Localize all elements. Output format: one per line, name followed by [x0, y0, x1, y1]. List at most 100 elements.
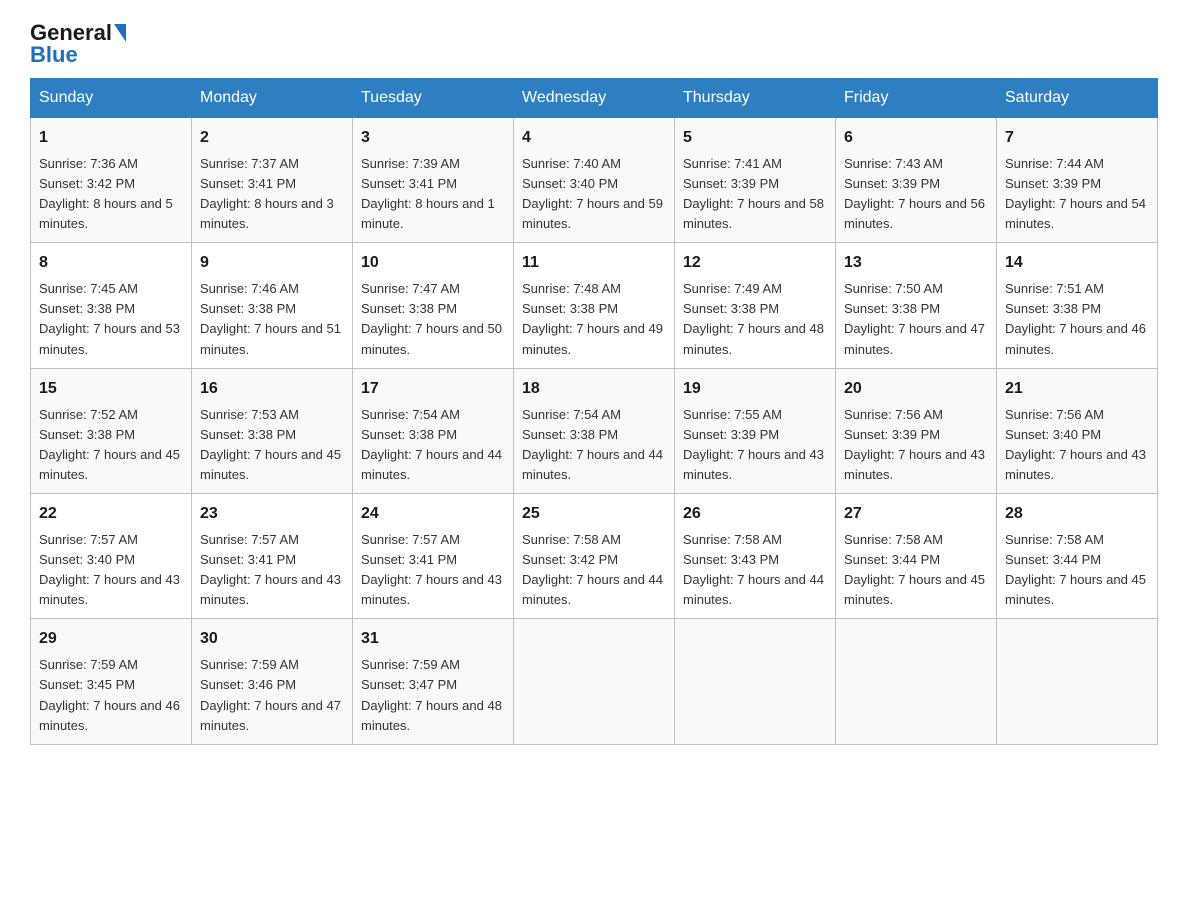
- day-info: Sunrise: 7:58 AMSunset: 3:44 PMDaylight:…: [844, 532, 985, 607]
- day-info: Sunrise: 7:47 AMSunset: 3:38 PMDaylight:…: [361, 281, 502, 356]
- day-info: Sunrise: 7:51 AMSunset: 3:38 PMDaylight:…: [1005, 281, 1146, 356]
- calendar-header: SundayMondayTuesdayWednesdayThursdayFrid…: [31, 79, 1158, 118]
- day-cell: 10 Sunrise: 7:47 AMSunset: 3:38 PMDayligh…: [353, 243, 514, 368]
- day-number: 1: [39, 126, 183, 151]
- day-cell: 11 Sunrise: 7:48 AMSunset: 3:38 PMDayligh…: [514, 243, 675, 368]
- day-cell: 1 Sunrise: 7:36 AMSunset: 3:42 PMDaylight…: [31, 118, 192, 243]
- day-number: 28: [1005, 502, 1149, 527]
- weekday-header-sunday: Sunday: [31, 79, 192, 118]
- day-info: Sunrise: 7:56 AMSunset: 3:39 PMDaylight:…: [844, 407, 985, 482]
- day-number: 19: [683, 377, 827, 402]
- day-cell: 31 Sunrise: 7:59 AMSunset: 3:47 PMDayligh…: [353, 619, 514, 744]
- day-cell: 13Sunrise: 7:50 AMSunset: 3:38 PMDayligh…: [836, 243, 997, 368]
- week-row-3: 15Sunrise: 7:52 AMSunset: 3:38 PMDayligh…: [31, 368, 1158, 493]
- day-cell: 29 Sunrise: 7:59 AMSunset: 3:45 PMDayligh…: [31, 619, 192, 744]
- day-cell: 24 Sunrise: 7:57 AMSunset: 3:41 PMDayligh…: [353, 494, 514, 619]
- day-number: 21: [1005, 377, 1149, 402]
- day-cell: 14 Sunrise: 7:51 AMSunset: 3:38 PMDayligh…: [997, 243, 1158, 368]
- day-number: 3: [361, 126, 505, 151]
- day-number: 31: [361, 627, 505, 652]
- day-number: 4: [522, 126, 666, 151]
- day-cell: [514, 619, 675, 744]
- day-cell: 12 Sunrise: 7:49 AMSunset: 3:38 PMDayligh…: [675, 243, 836, 368]
- day-number: 16: [200, 377, 344, 402]
- day-info: Sunrise: 7:43 AMSunset: 3:39 PMDaylight:…: [844, 156, 985, 231]
- logo-blue-text: Blue: [30, 42, 78, 68]
- day-cell: [675, 619, 836, 744]
- day-number: 14: [1005, 251, 1149, 276]
- day-info: Sunrise: 7:59 AMSunset: 3:47 PMDaylight:…: [361, 657, 502, 732]
- day-cell: [836, 619, 997, 744]
- day-info: Sunrise: 7:55 AMSunset: 3:39 PMDaylight:…: [683, 407, 824, 482]
- weekday-header-tuesday: Tuesday: [353, 79, 514, 118]
- day-number: 15: [39, 377, 183, 402]
- day-info: Sunrise: 7:58 AMSunset: 3:42 PMDaylight:…: [522, 532, 663, 607]
- day-info: Sunrise: 7:37 AMSunset: 3:41 PMDaylight:…: [200, 156, 334, 231]
- day-info: Sunrise: 7:53 AMSunset: 3:38 PMDaylight:…: [200, 407, 341, 482]
- day-cell: 2 Sunrise: 7:37 AMSunset: 3:41 PMDaylight…: [192, 118, 353, 243]
- day-cell: 16 Sunrise: 7:53 AMSunset: 3:38 PMDayligh…: [192, 368, 353, 493]
- day-info: Sunrise: 7:48 AMSunset: 3:38 PMDaylight:…: [522, 281, 663, 356]
- week-row-2: 8 Sunrise: 7:45 AMSunset: 3:38 PMDaylight…: [31, 243, 1158, 368]
- day-number: 18: [522, 377, 666, 402]
- weekday-header-wednesday: Wednesday: [514, 79, 675, 118]
- day-number: 7: [1005, 126, 1149, 151]
- day-number: 29: [39, 627, 183, 652]
- day-cell: 15Sunrise: 7:52 AMSunset: 3:38 PMDayligh…: [31, 368, 192, 493]
- day-info: Sunrise: 7:46 AMSunset: 3:38 PMDaylight:…: [200, 281, 341, 356]
- day-info: Sunrise: 7:49 AMSunset: 3:38 PMDaylight:…: [683, 281, 824, 356]
- day-number: 8: [39, 251, 183, 276]
- day-cell: 27Sunrise: 7:58 AMSunset: 3:44 PMDayligh…: [836, 494, 997, 619]
- day-info: Sunrise: 7:58 AMSunset: 3:44 PMDaylight:…: [1005, 532, 1146, 607]
- day-cell: 20 Sunrise: 7:56 AMSunset: 3:39 PMDayligh…: [836, 368, 997, 493]
- day-cell: 9 Sunrise: 7:46 AMSunset: 3:38 PMDaylight…: [192, 243, 353, 368]
- day-number: 24: [361, 502, 505, 527]
- day-number: 5: [683, 126, 827, 151]
- day-info: Sunrise: 7:57 AMSunset: 3:41 PMDaylight:…: [200, 532, 341, 607]
- day-info: Sunrise: 7:56 AMSunset: 3:40 PMDaylight:…: [1005, 407, 1146, 482]
- day-number: 12: [683, 251, 827, 276]
- day-number: 30: [200, 627, 344, 652]
- day-info: Sunrise: 7:41 AMSunset: 3:39 PMDaylight:…: [683, 156, 824, 231]
- day-number: 2: [200, 126, 344, 151]
- day-info: Sunrise: 7:45 AMSunset: 3:38 PMDaylight:…: [39, 281, 180, 356]
- day-info: Sunrise: 7:36 AMSunset: 3:42 PMDaylight:…: [39, 156, 173, 231]
- day-number: 20: [844, 377, 988, 402]
- day-info: Sunrise: 7:59 AMSunset: 3:46 PMDaylight:…: [200, 657, 341, 732]
- day-info: Sunrise: 7:44 AMSunset: 3:39 PMDaylight:…: [1005, 156, 1146, 231]
- day-cell: 21 Sunrise: 7:56 AMSunset: 3:40 PMDayligh…: [997, 368, 1158, 493]
- calendar-body: 1 Sunrise: 7:36 AMSunset: 3:42 PMDaylight…: [31, 118, 1158, 745]
- day-info: Sunrise: 7:40 AMSunset: 3:40 PMDaylight:…: [522, 156, 663, 231]
- day-cell: 19 Sunrise: 7:55 AMSunset: 3:39 PMDayligh…: [675, 368, 836, 493]
- week-row-4: 22Sunrise: 7:57 AMSunset: 3:40 PMDayligh…: [31, 494, 1158, 619]
- week-row-5: 29 Sunrise: 7:59 AMSunset: 3:45 PMDayligh…: [31, 619, 1158, 744]
- day-number: 6: [844, 126, 988, 151]
- weekday-header-friday: Friday: [836, 79, 997, 118]
- day-cell: 18 Sunrise: 7:54 AMSunset: 3:38 PMDayligh…: [514, 368, 675, 493]
- day-info: Sunrise: 7:57 AMSunset: 3:41 PMDaylight:…: [361, 532, 502, 607]
- day-number: 26: [683, 502, 827, 527]
- day-number: 23: [200, 502, 344, 527]
- day-cell: 30 Sunrise: 7:59 AMSunset: 3:46 PMDayligh…: [192, 619, 353, 744]
- day-cell: 4 Sunrise: 7:40 AMSunset: 3:40 PMDaylight…: [514, 118, 675, 243]
- day-cell: 25 Sunrise: 7:58 AMSunset: 3:42 PMDayligh…: [514, 494, 675, 619]
- week-row-1: 1 Sunrise: 7:36 AMSunset: 3:42 PMDaylight…: [31, 118, 1158, 243]
- day-info: Sunrise: 7:59 AMSunset: 3:45 PMDaylight:…: [39, 657, 180, 732]
- day-cell: 22Sunrise: 7:57 AMSunset: 3:40 PMDayligh…: [31, 494, 192, 619]
- logo: General Blue: [30, 20, 126, 68]
- day-info: Sunrise: 7:39 AMSunset: 3:41 PMDaylight:…: [361, 156, 495, 231]
- day-cell: 17Sunrise: 7:54 AMSunset: 3:38 PMDayligh…: [353, 368, 514, 493]
- day-number: 13: [844, 251, 988, 276]
- day-number: 17: [361, 377, 505, 402]
- day-number: 10: [361, 251, 505, 276]
- day-number: 25: [522, 502, 666, 527]
- day-number: 11: [522, 251, 666, 276]
- header-row: SundayMondayTuesdayWednesdayThursdayFrid…: [31, 79, 1158, 118]
- day-cell: 28 Sunrise: 7:58 AMSunset: 3:44 PMDayligh…: [997, 494, 1158, 619]
- day-info: Sunrise: 7:54 AMSunset: 3:38 PMDaylight:…: [522, 407, 663, 482]
- day-number: 9: [200, 251, 344, 276]
- day-cell: 6 Sunrise: 7:43 AMSunset: 3:39 PMDaylight…: [836, 118, 997, 243]
- day-number: 22: [39, 502, 183, 527]
- weekday-header-monday: Monday: [192, 79, 353, 118]
- logo-arrow-icon: [114, 24, 126, 42]
